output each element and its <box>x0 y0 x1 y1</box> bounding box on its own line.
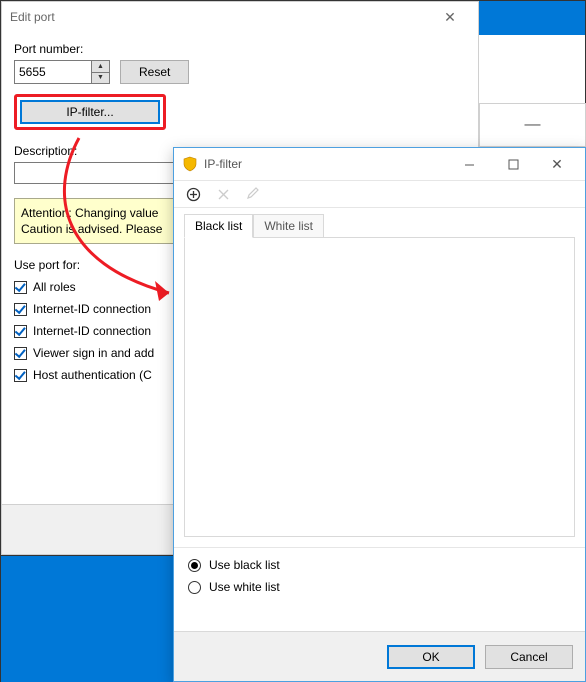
radio-use-black-list[interactable]: Use black list <box>188 558 571 572</box>
ip-filter-toolbar <box>174 180 585 208</box>
checkbox-icon[interactable] <box>14 347 27 360</box>
add-icon[interactable] <box>184 185 202 203</box>
desktop-background-strip <box>477 1 585 35</box>
ok-button[interactable]: OK <box>387 645 475 669</box>
checkbox-icon[interactable] <box>14 303 27 316</box>
port-number-label: Port number: <box>14 42 466 56</box>
checkbox-icon[interactable] <box>14 325 27 338</box>
spin-down-icon[interactable]: ▼ <box>92 73 109 84</box>
background-window-minimize[interactable]: — <box>479 103 586 147</box>
ip-filter-footer: OK Cancel <box>174 631 585 681</box>
spin-up-icon[interactable]: ▲ <box>92 61 109 73</box>
minimize-icon[interactable] <box>447 150 491 178</box>
radio-icon[interactable] <box>188 581 201 594</box>
tab-white-list[interactable]: White list <box>253 214 324 238</box>
warning-line2: Caution is advised. Please <box>21 222 162 236</box>
ip-filter-radio-group: Use black list Use white list <box>174 547 585 594</box>
checkbox-icon[interactable] <box>14 281 27 294</box>
ip-filter-tabs: Black list White list <box>174 208 585 238</box>
reset-button[interactable]: Reset <box>120 60 189 84</box>
shield-icon <box>182 156 198 172</box>
port-number-field[interactable] <box>15 61 91 83</box>
ip-filter-highlight: IP-filter... <box>14 94 166 130</box>
ip-filter-titlebar: IP-filter ✕ <box>174 148 585 180</box>
close-icon[interactable]: ✕ <box>430 3 470 31</box>
tab-black-list[interactable]: Black list <box>184 214 253 238</box>
edit-port-title: Edit port <box>10 10 55 24</box>
port-number-input[interactable]: ▲ ▼ <box>14 60 110 84</box>
maximize-icon[interactable] <box>491 150 535 178</box>
ip-filter-list[interactable] <box>184 237 575 537</box>
delete-icon <box>214 185 232 203</box>
ip-filter-title: IP-filter <box>204 157 242 171</box>
minimize-icon: — <box>525 116 541 134</box>
close-icon[interactable]: ✕ <box>535 150 579 178</box>
cancel-button[interactable]: Cancel <box>485 645 573 669</box>
ip-filter-button[interactable]: IP-filter... <box>20 100 160 124</box>
warning-line1: Attention: Changing value <box>21 206 158 220</box>
ip-filter-window: IP-filter ✕ Black list White list <box>173 147 586 682</box>
edit-port-titlebar: Edit port ✕ <box>2 2 478 32</box>
desktop-background-block <box>1 555 173 682</box>
edit-icon <box>244 185 262 203</box>
radio-icon[interactable] <box>188 559 201 572</box>
checkbox-icon[interactable] <box>14 369 27 382</box>
radio-use-white-list[interactable]: Use white list <box>188 580 571 594</box>
